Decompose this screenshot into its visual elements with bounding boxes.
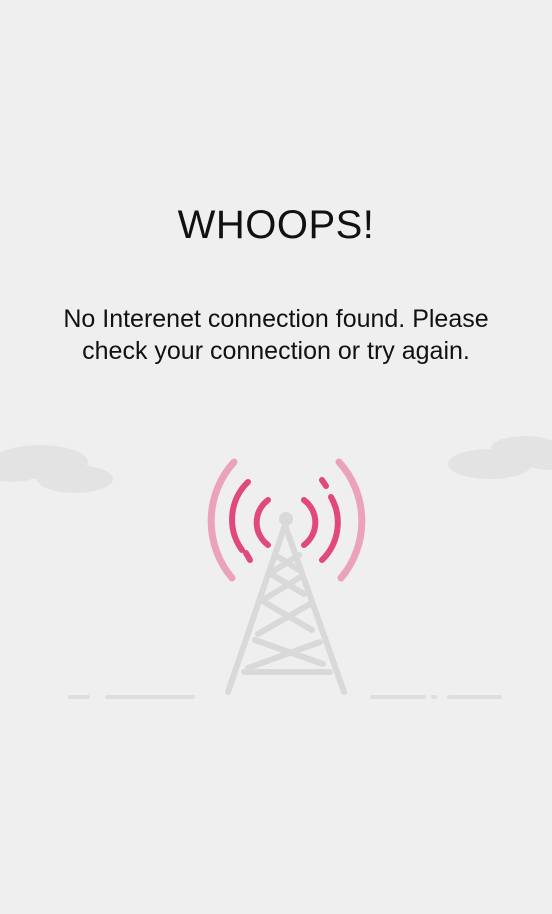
error-message: No Interenet connection found. Please ch… (63, 305, 489, 365)
no-connection-illustration (0, 436, 552, 699)
cloud-left-icon (0, 445, 113, 493)
cloud-right-icon (448, 436, 552, 479)
radio-tower-icon (225, 512, 347, 695)
error-title: WHOOPS! (177, 203, 375, 247)
